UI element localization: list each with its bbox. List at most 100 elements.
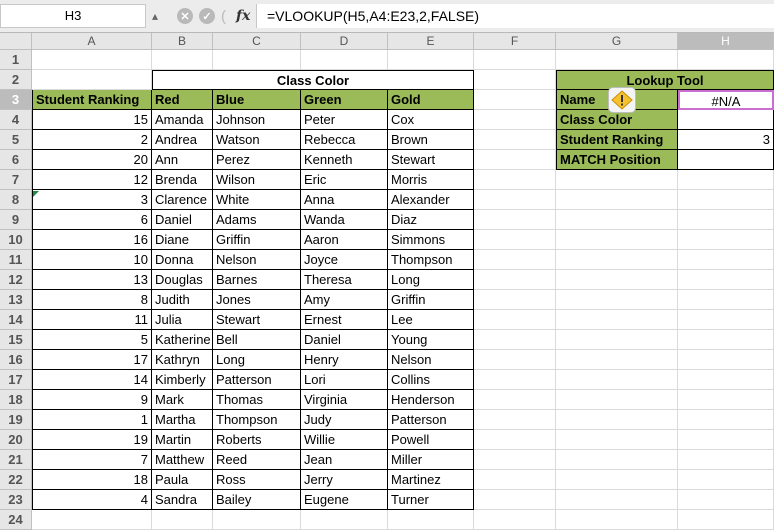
- cell[interactable]: [474, 430, 556, 450]
- column-header-d[interactable]: D: [301, 33, 388, 50]
- cell[interactable]: [678, 230, 774, 250]
- table-cell[interactable]: Powell: [388, 430, 474, 450]
- table-cell[interactable]: Theresa: [301, 270, 388, 290]
- table-cell[interactable]: Katherine: [152, 330, 213, 350]
- cell[interactable]: [556, 330, 678, 350]
- cell[interactable]: [556, 490, 678, 510]
- cell[interactable]: [388, 510, 474, 530]
- column-header-b[interactable]: B: [152, 33, 213, 50]
- cell[interactable]: [678, 290, 774, 310]
- table-cell[interactable]: Thompson: [213, 410, 301, 430]
- table-cell[interactable]: Patterson: [388, 410, 474, 430]
- cell[interactable]: [474, 270, 556, 290]
- table-cell[interactable]: Kenneth: [301, 150, 388, 170]
- table-cell[interactable]: Reed: [213, 450, 301, 470]
- cell[interactable]: [474, 490, 556, 510]
- table-cell[interactable]: Judy: [301, 410, 388, 430]
- table-cell[interactable]: Kimberly: [152, 370, 213, 390]
- table-cell[interactable]: Turner: [388, 490, 474, 510]
- cell[interactable]: [474, 70, 556, 90]
- cell[interactable]: [556, 50, 678, 70]
- table-cell[interactable]: Lee: [388, 310, 474, 330]
- table-cell[interactable]: 9: [32, 390, 152, 410]
- cell[interactable]: [556, 210, 678, 230]
- table-cell[interactable]: 1: [32, 410, 152, 430]
- table-cell[interactable]: Andrea: [152, 130, 213, 150]
- table-cell[interactable]: 8: [32, 290, 152, 310]
- row-header-16[interactable]: 16: [0, 350, 32, 370]
- cell[interactable]: [474, 110, 556, 130]
- cell[interactable]: [388, 50, 474, 70]
- table-cell[interactable]: Willie: [301, 430, 388, 450]
- warning-icon[interactable]: [608, 87, 636, 113]
- table-cell[interactable]: Martin: [152, 430, 213, 450]
- cell[interactable]: [32, 70, 152, 90]
- cell[interactable]: [152, 50, 213, 70]
- formula-input[interactable]: =VLOOKUP(H5,A4:E23,2,FALSE): [256, 4, 774, 28]
- row-header-9[interactable]: 9: [0, 210, 32, 230]
- selected-cell-h3[interactable]: #N/A: [678, 90, 774, 110]
- column-header-f[interactable]: F: [474, 33, 556, 50]
- row-header-22[interactable]: 22: [0, 470, 32, 490]
- table-cell[interactable]: Eric: [301, 170, 388, 190]
- table-cell[interactable]: Peter: [301, 110, 388, 130]
- table-cell[interactable]: Stewart: [388, 150, 474, 170]
- cell[interactable]: [556, 410, 678, 430]
- table-cell[interactable]: Griffin: [388, 290, 474, 310]
- table-cell[interactable]: Jones: [213, 290, 301, 310]
- cell[interactable]: [474, 450, 556, 470]
- row-header-19[interactable]: 19: [0, 410, 32, 430]
- table-cell[interactable]: 5: [32, 330, 152, 350]
- table-cell[interactable]: Simmons: [388, 230, 474, 250]
- row-header-20[interactable]: 20: [0, 430, 32, 450]
- cell[interactable]: [474, 50, 556, 70]
- row-header-23[interactable]: 23: [0, 490, 32, 510]
- table-cell[interactable]: Martinez: [388, 470, 474, 490]
- row-header-13[interactable]: 13: [0, 290, 32, 310]
- table-cell[interactable]: Jerry: [301, 470, 388, 490]
- row-header-4[interactable]: 4: [0, 110, 32, 130]
- lookup-value[interactable]: 3: [678, 130, 774, 150]
- row-header-7[interactable]: 7: [0, 170, 32, 190]
- cell[interactable]: [474, 250, 556, 270]
- cell[interactable]: [556, 390, 678, 410]
- cell[interactable]: [556, 470, 678, 490]
- table-cell[interactable]: Patterson: [213, 370, 301, 390]
- table-cell[interactable]: Long: [213, 350, 301, 370]
- cell[interactable]: [678, 330, 774, 350]
- cell[interactable]: [678, 410, 774, 430]
- table-cell[interactable]: Brown: [388, 130, 474, 150]
- table-cell[interactable]: 4: [32, 490, 152, 510]
- table-cell[interactable]: Miller: [388, 450, 474, 470]
- table-cell[interactable]: Adams: [213, 210, 301, 230]
- cell[interactable]: [213, 50, 301, 70]
- cell[interactable]: [474, 510, 556, 530]
- table-cell[interactable]: Mark: [152, 390, 213, 410]
- cell[interactable]: [301, 50, 388, 70]
- cell[interactable]: [474, 230, 556, 250]
- table-cell[interactable]: Kathryn: [152, 350, 213, 370]
- table-cell[interactable]: Wilson: [213, 170, 301, 190]
- cell[interactable]: [556, 430, 678, 450]
- row-header-1[interactable]: 1: [0, 50, 32, 70]
- table-cell[interactable]: Diaz: [388, 210, 474, 230]
- table-cell[interactable]: 17: [32, 350, 152, 370]
- table-cell[interactable]: 12: [32, 170, 152, 190]
- cell[interactable]: [32, 50, 152, 70]
- table-cell[interactable]: Joyce: [301, 250, 388, 270]
- table-cell[interactable]: Alexander: [388, 190, 474, 210]
- row-header-21[interactable]: 21: [0, 450, 32, 470]
- cell[interactable]: [678, 350, 774, 370]
- row-header-6[interactable]: 6: [0, 150, 32, 170]
- table-cell[interactable]: 15: [32, 110, 152, 130]
- table-cell[interactable]: 19: [32, 430, 152, 450]
- cell[interactable]: [678, 510, 774, 530]
- cell[interactable]: [678, 430, 774, 450]
- row-header-24[interactable]: 24: [0, 510, 32, 530]
- cell[interactable]: [556, 190, 678, 210]
- cell[interactable]: [474, 470, 556, 490]
- cell[interactable]: [556, 250, 678, 270]
- fx-icon[interactable]: fx: [236, 6, 250, 26]
- cell[interactable]: [474, 370, 556, 390]
- table-cell[interactable]: Collins: [388, 370, 474, 390]
